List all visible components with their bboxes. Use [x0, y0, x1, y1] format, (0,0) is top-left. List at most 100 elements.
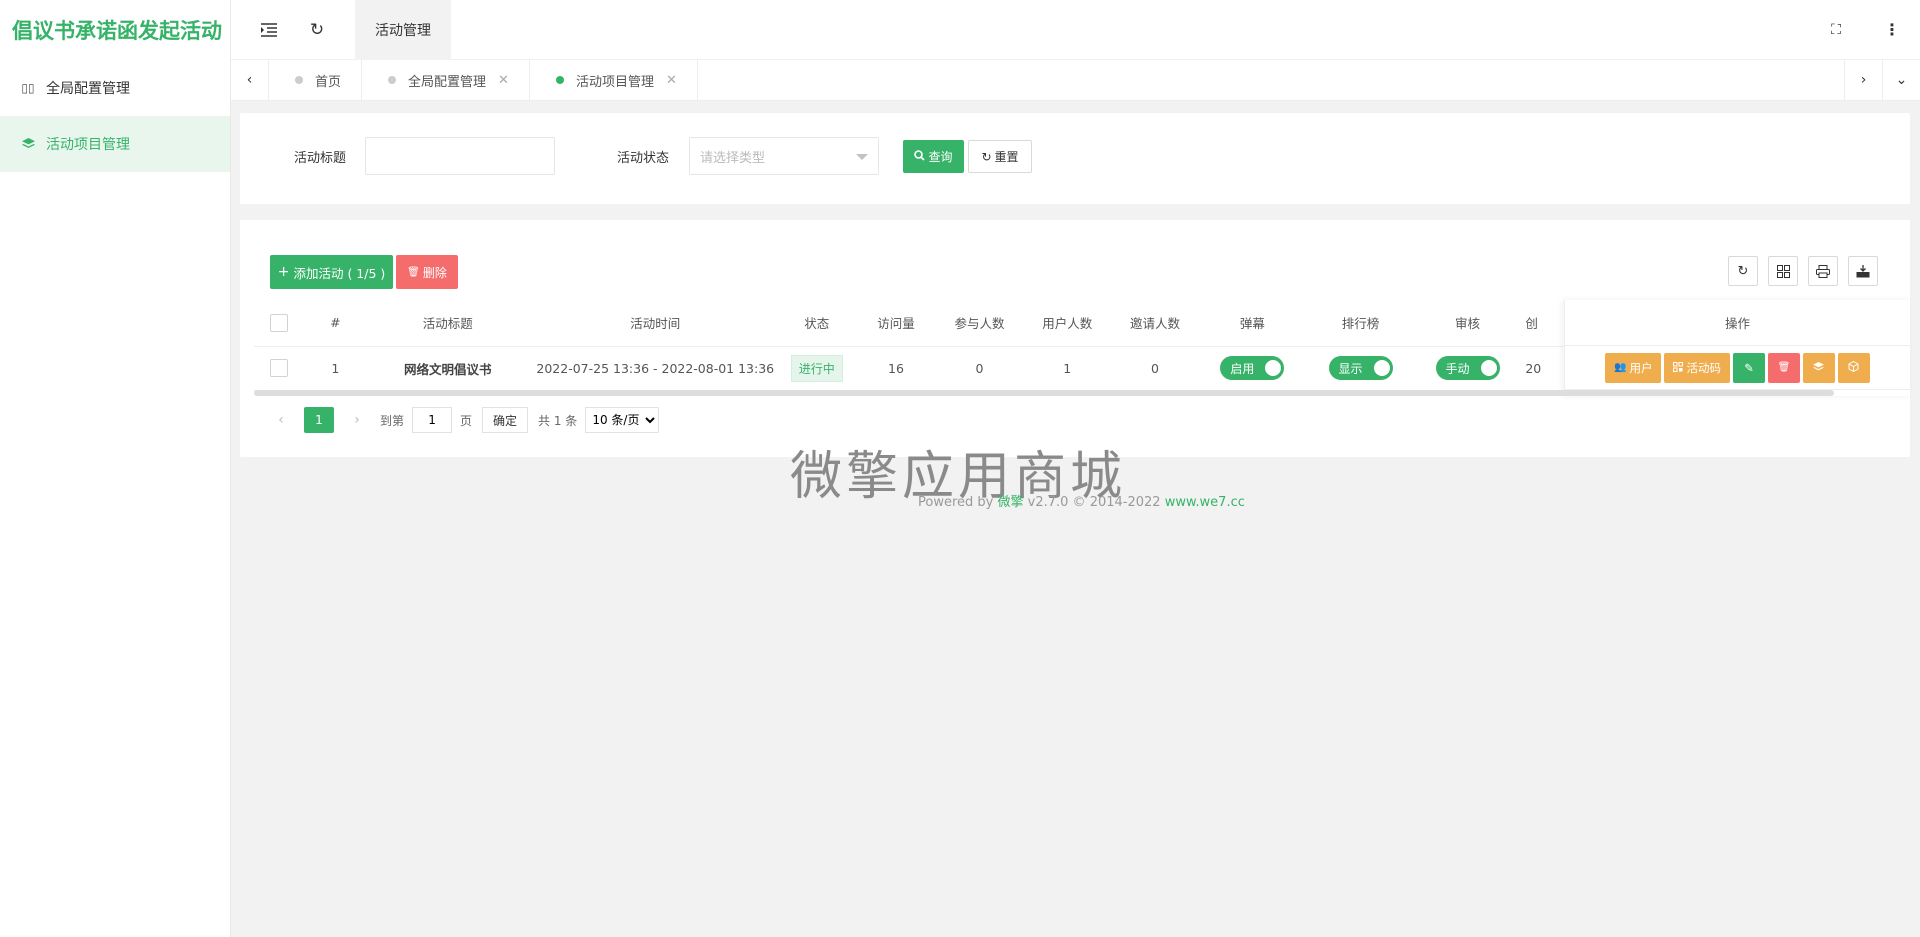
- query-button[interactable]: 查询: [903, 140, 964, 173]
- activity-table-panel: + 添加活动 ( 1/5 ) 🗑 删除 ↻ # 活动标题 活动时间 状态 访问量…: [240, 220, 1910, 457]
- search-panel: 活动标题 活动状态 请选择类型 查询 ↻ 重置: [240, 113, 1910, 204]
- header-current-title[interactable]: 活动管理: [355, 0, 451, 60]
- page-number-current[interactable]: 1: [304, 407, 334, 433]
- caret-down-icon: [856, 154, 868, 160]
- qrcode-button-label: 活动码: [1686, 360, 1721, 375]
- row-index: 1: [303, 346, 368, 391]
- export-icon[interactable]: [1848, 256, 1878, 286]
- layers-button[interactable]: [1802, 352, 1835, 383]
- horizontal-scrollbar[interactable]: [254, 390, 1834, 396]
- title-filter-input[interactable]: [365, 137, 555, 175]
- total-count: 共 1 条: [538, 413, 578, 428]
- refresh-icon[interactable]: ↻: [297, 0, 337, 60]
- sidebar-item-activity-projects[interactable]: 活动项目管理: [0, 116, 230, 172]
- col-time: 活动时间: [528, 300, 783, 347]
- next-page-icon[interactable]: ›: [346, 412, 368, 428]
- row-visits: 16: [851, 346, 941, 391]
- status-filter-select[interactable]: 请选择类型: [689, 137, 879, 175]
- footer-powered: Powered by: [918, 495, 994, 510]
- page-size-select[interactable]: 10 条/页: [585, 407, 660, 433]
- review-toggle-label: 手动: [1445, 361, 1470, 376]
- footer-version: v2.7.0 © 2014-2022: [1027, 495, 1161, 510]
- col-visits: 访问量: [851, 300, 941, 347]
- close-icon[interactable]: ✕: [498, 73, 509, 88]
- sidebar-item-label: 活动项目管理: [46, 137, 130, 153]
- goto-page-input[interactable]: [412, 407, 453, 433]
- select-all-checkbox[interactable]: [269, 313, 288, 332]
- col-users: 用户人数: [1017, 300, 1117, 347]
- col-title: 活动标题: [367, 300, 529, 347]
- footer: Powered by 微擎 v2.7.0 © 2014-2022 www.we7…: [918, 491, 1245, 510]
- package-button[interactable]: [1837, 352, 1870, 383]
- danmaku-toggle[interactable]: 启用: [1220, 356, 1285, 380]
- col-status: 状态: [782, 300, 852, 347]
- more-vertical-icon[interactable]: ⋮: [1864, 0, 1920, 60]
- top-header: ↻ 活动管理 ⛶ ⋮: [231, 0, 1920, 60]
- toggle-knob: [1265, 360, 1282, 376]
- table-row: 1 网络文明倡议书 2022-07-25 13:36 - 2022-08-01 …: [254, 346, 1564, 391]
- refresh-icon[interactable]: ↻: [1728, 256, 1758, 286]
- sidebar-item-global-config[interactable]: ▯▯ 全局配置管理: [0, 60, 230, 116]
- trash-icon: 🗑: [1777, 362, 1791, 373]
- goto-label: 到第: [380, 413, 405, 428]
- tab-dot: [388, 76, 397, 84]
- col-operations: 操作: [1565, 300, 1910, 346]
- activity-qrcode-button[interactable]: 活动码: [1664, 352, 1730, 383]
- tab-label: 全局配置管理: [408, 74, 487, 90]
- status-filter-label: 活动状态: [617, 151, 670, 166]
- close-icon[interactable]: ✕: [666, 73, 677, 88]
- reset-button-label: 重置: [994, 150, 1019, 164]
- operations-column: 操作 👥 用户 活动码 ✎ 🗑: [1564, 300, 1910, 396]
- tab-dot: [555, 76, 564, 84]
- chevron-down-icon[interactable]: ⌄: [1882, 60, 1920, 100]
- print-icon[interactable]: [1808, 256, 1838, 286]
- row-checkbox[interactable]: [269, 359, 288, 377]
- danmaku-toggle-label: 启用: [1230, 361, 1255, 376]
- delete-button[interactable]: 🗑 删除: [396, 255, 458, 289]
- col-created: 创: [1525, 300, 1564, 347]
- tab-label: 活动项目管理: [575, 74, 654, 90]
- users-button[interactable]: 👥 用户: [1605, 352, 1662, 383]
- reset-button[interactable]: ↻ 重置: [968, 140, 1032, 173]
- ranking-toggle-label: 显示: [1338, 361, 1363, 376]
- add-activity-button[interactable]: + 添加活动 ( 1/5 ): [270, 255, 393, 289]
- columns-filter-icon[interactable]: [1768, 256, 1798, 286]
- chevron-right-icon[interactable]: ›: [1844, 60, 1882, 100]
- delete-button-label: 删除: [422, 265, 447, 280]
- col-index: #: [303, 300, 368, 347]
- table-header-row: # 活动标题 活动时间 状态 访问量 参与人数 用户人数 邀请人数 弹幕 排行榜…: [254, 300, 1564, 347]
- toggle-knob: [1373, 360, 1390, 376]
- users-icon: 👥: [1614, 362, 1627, 373]
- qrcode-icon: [1673, 361, 1684, 375]
- fullscreen-icon[interactable]: ⛶: [1808, 0, 1864, 60]
- trash-icon: 🗑: [407, 266, 420, 278]
- query-button-label: 查询: [928, 150, 953, 164]
- columns-icon: ▯▯: [21, 81, 35, 95]
- footer-site-link[interactable]: www.we7.cc: [1165, 495, 1245, 510]
- review-toggle[interactable]: 手动: [1435, 356, 1500, 380]
- col-ranking: 排行榜: [1311, 300, 1410, 347]
- status-badge: 进行中: [790, 354, 843, 382]
- prev-page-icon[interactable]: ‹: [270, 412, 292, 428]
- delete-row-button[interactable]: 🗑: [1767, 352, 1800, 383]
- menu-collapse-icon[interactable]: [241, 0, 297, 60]
- tab-activity-projects[interactable]: 活动项目管理 ✕: [530, 60, 698, 100]
- search-icon: [914, 149, 926, 164]
- row-created-partial: 20: [1525, 346, 1564, 391]
- col-danmaku: 弹幕: [1193, 300, 1312, 347]
- ranking-toggle[interactable]: 显示: [1328, 356, 1393, 380]
- edit-button[interactable]: ✎: [1732, 352, 1765, 383]
- chevron-left-icon[interactable]: ‹: [231, 60, 269, 100]
- row-title: 网络文明倡议书: [367, 346, 529, 391]
- col-invites: 邀请人数: [1116, 300, 1194, 347]
- tab-global-config[interactable]: 全局配置管理 ✕: [362, 60, 530, 100]
- goto-confirm-button[interactable]: 确定: [482, 407, 529, 433]
- operations-row: 👥 用户 活动码 ✎ 🗑: [1565, 346, 1910, 390]
- footer-brand-link[interactable]: 微擎: [998, 495, 1024, 510]
- cube-icon: [1848, 360, 1859, 375]
- tab-label: 首页: [315, 74, 342, 90]
- row-users: 1: [1017, 346, 1117, 391]
- layers-icon: [20, 138, 36, 150]
- tab-dot: [295, 76, 303, 84]
- tab-home[interactable]: 首页: [269, 60, 363, 100]
